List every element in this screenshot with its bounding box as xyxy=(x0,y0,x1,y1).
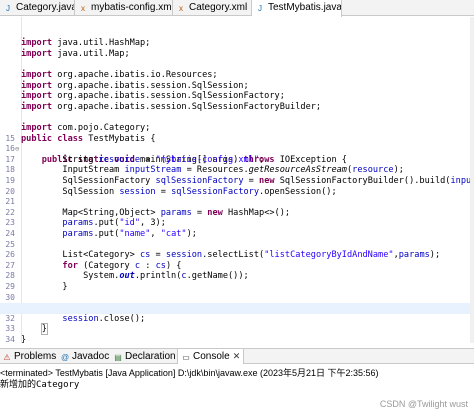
code-line: 29 xyxy=(0,271,474,291)
code-line: import org.apache.ibatis.session.SqlSess… xyxy=(0,81,474,112)
xml-file-icon: x xyxy=(179,4,183,13)
code-line: public class TestMybatis { xyxy=(0,112,474,144)
tab-label: mybatis-config.xml xyxy=(91,2,173,13)
line-number: 34 xyxy=(5,334,15,343)
console-icon: ▭ xyxy=(182,353,190,362)
console-output: 新增加的Category xyxy=(0,380,80,390)
code-line: 27 System.out.println(c.getName()); xyxy=(0,250,474,282)
code-line: 23 params.put("name", "cat"); xyxy=(0,208,474,239)
view-tab-bar: ⚠ Problems @ Javadoc ▤ Declaration ▭ Console… xyxy=(0,348,474,364)
code-line: 26 for (Category c : cs) { xyxy=(0,240,474,271)
code-line: 21 Map<String,Object> params = new HashM… xyxy=(0,187,474,218)
code-line: import com.pojo.Category; xyxy=(0,102,474,133)
code-line-current: 32 } xyxy=(0,303,474,336)
tab-category-xml[interactable]: x Category.xml xyxy=(173,0,252,16)
editor-vertical-scrollbar[interactable] xyxy=(470,17,474,343)
tab-label: Console xyxy=(193,351,230,362)
code-line: import org.apache.ibatis.session.SqlSess… xyxy=(0,59,474,91)
tab-console[interactable]: ▭ Console ✕ xyxy=(177,349,245,364)
tab-javadoc[interactable]: @ Javadoc xyxy=(60,349,109,364)
tab-label: Category.java xyxy=(16,2,75,13)
tab-label: Javadoc xyxy=(72,351,110,362)
code-line: 34 xyxy=(0,324,474,343)
editor-tab-bar: J Category.java x mybatis-config.xml x Cate… xyxy=(0,0,474,17)
javadoc-icon: @ xyxy=(60,353,70,362)
code-line: 22 params.put("id", 3); xyxy=(0,197,474,229)
tab-label: TestMybatis.java xyxy=(268,2,342,13)
problems-icon: ⚠ xyxy=(3,353,11,362)
tab-declaration[interactable]: ▤ Declaration xyxy=(113,349,176,364)
code-line: 30 session.commit(); xyxy=(0,282,474,314)
code-line: import org.apache.ibatis.io.Resources; xyxy=(0,49,474,80)
code-line: 33 } xyxy=(0,314,474,343)
java-file-icon: J xyxy=(258,4,262,13)
code-line: 24 xyxy=(0,218,474,238)
code-line: 28 } xyxy=(0,261,474,292)
code-line: 17 InputStream inputStream = Resources.g… xyxy=(0,144,474,176)
tab-testmybatis-java[interactable]: JTestMybatis.java✕ xyxy=(252,0,342,17)
code-line: 15 ⊖ public static void main(String[] ar… xyxy=(0,123,474,165)
close-icon[interactable]: ✕ xyxy=(233,351,241,361)
code-line: 31 session.close(); xyxy=(0,293,474,324)
code-line: import java.util.HashMap; xyxy=(0,17,474,48)
code-line: 16 String resource = "mybatis-config.xml… xyxy=(0,134,474,165)
java-file-icon: J xyxy=(6,4,10,13)
tab-category-java[interactable]: J Category.java xyxy=(0,0,75,16)
tab-label: Problems xyxy=(14,351,57,362)
tab-problems[interactable]: ⚠ Problems xyxy=(2,349,56,364)
code-line: 25 List<Category> cs = session.selectLis… xyxy=(0,229,474,261)
code-line: 20 xyxy=(0,176,474,196)
code-line: import java.util.Map; xyxy=(0,28,474,59)
tab-label: Category.xml xyxy=(189,2,248,13)
code-text: } xyxy=(21,334,27,343)
code-line: 18 SqlSessionFactory sqlSessionFactory =… xyxy=(0,155,474,186)
code-line: import org.apache.ibatis.session.SqlSess… xyxy=(0,70,474,101)
declaration-icon: ▤ xyxy=(114,353,122,362)
code-line: 19 SqlSession session = sqlSessionFactor… xyxy=(0,165,474,197)
code-editor[interactable]: import java.util.HashMap; import java.ut… xyxy=(0,17,474,343)
tab-label: Declaration xyxy=(125,351,176,362)
watermark: CSDN @Twilight wust xyxy=(379,399,468,409)
tab-mybatis-config-xml[interactable]: x mybatis-config.xml xyxy=(75,0,173,16)
xml-file-icon: x xyxy=(81,4,85,13)
